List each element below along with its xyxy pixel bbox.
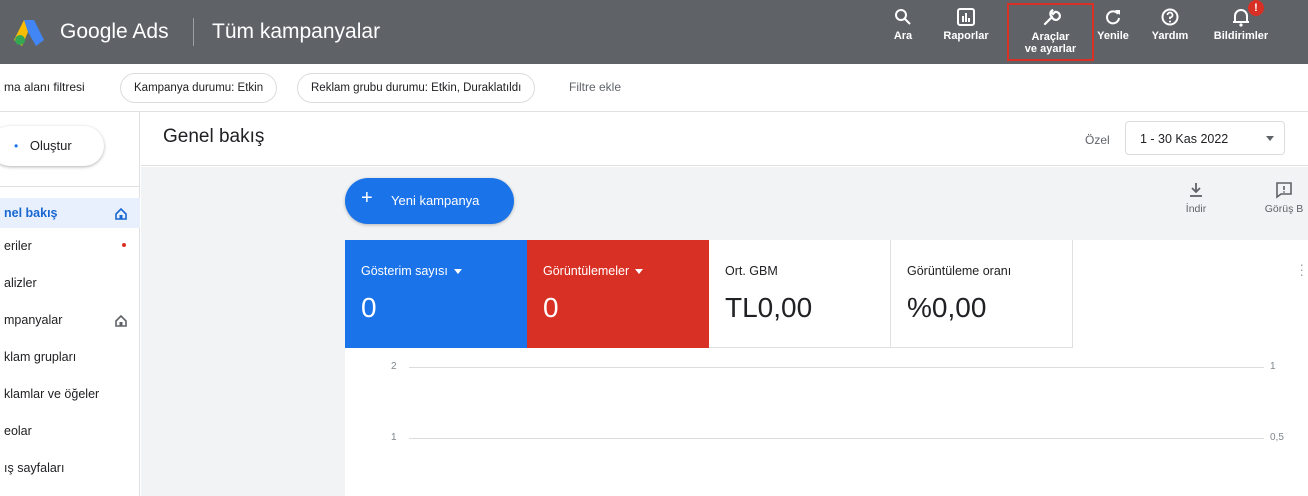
help-tool[interactable]: Yardım	[1148, 6, 1192, 60]
left-axis-tick: 1	[391, 432, 397, 443]
sidebar-item-overview[interactable]: nel bakış	[0, 198, 140, 228]
date-range-value: 1 - 30 Kas 2022	[1140, 132, 1229, 146]
refresh-tool[interactable]: Yenile	[1095, 6, 1131, 60]
dropdown-arrow-icon	[453, 269, 462, 275]
sidebar-item-label: alizler	[4, 276, 37, 290]
overview-header: Genel bakış Özel 1 - 30 Kas 2022	[141, 112, 1308, 166]
download-button[interactable]: İndir	[1171, 181, 1221, 215]
home-icon	[115, 207, 127, 220]
sidebar-item-label: klam grupları	[4, 350, 77, 364]
metric-view-rate[interactable]: Görüntüleme oranı %0,00	[891, 240, 1073, 348]
sidebar-item-campaigns[interactable]: mpanyalar	[0, 302, 140, 339]
tools-label-line2: ve ayarlar	[1024, 43, 1077, 55]
alert-dot	[122, 243, 126, 247]
sidebar-item-videos[interactable]: eolar	[0, 413, 140, 450]
metric-label: Görüntüleme oranı	[907, 264, 1012, 278]
sidebar-item-label: klamlar ve öğeler	[4, 387, 100, 401]
date-range-selector[interactable]: 1 - 30 Kas 2022	[1125, 121, 1285, 155]
download-label: İndir	[1185, 203, 1207, 215]
filter-label: ma alanı filtresi	[4, 80, 85, 94]
refresh-icon	[1106, 10, 1120, 25]
refresh-tool-label: Yenile	[1097, 30, 1129, 42]
metric-views[interactable]: Görüntülemeler 0	[527, 240, 709, 348]
campaign-status-filter-chip[interactable]: Kampanya durumu: Etkin	[120, 73, 278, 103]
metric-impressions[interactable]: Gösterim sayısı 0	[345, 240, 527, 348]
notifications-tool[interactable]: ! Bildirimler	[1206, 0, 1276, 60]
top-app-bar: Google Ads Tüm kampanyalar Ara Raporlar …	[0, 0, 1308, 64]
header-divider	[193, 18, 194, 46]
sidebar-divider	[0, 186, 140, 187]
sidebar-item-label: ış sayfaları	[4, 461, 65, 475]
navigation-sidebar: • Oluştur nel bakış eriler alizler mpany…	[0, 112, 140, 496]
metric-label: Ort. GBM	[725, 264, 778, 278]
chart-gridline	[409, 438, 1264, 439]
dropdown-arrow-icon	[635, 269, 644, 275]
sidebar-item-analyses[interactable]: alizler	[0, 265, 140, 302]
sidebar-item-ad-groups[interactable]: klam grupları	[0, 339, 140, 376]
feedback-icon	[1276, 182, 1292, 199]
sidebar-item-label: eriler	[4, 239, 32, 253]
create-button-label: Oluştur	[29, 138, 72, 153]
google-ads-logo[interactable]	[14, 20, 46, 46]
page-scope-title[interactable]: Tüm kampanyalar	[212, 20, 380, 44]
search-tool-label: Ara	[893, 30, 913, 42]
right-axis-tick: 1	[1270, 361, 1276, 372]
sidebar-item-label: nel bakış	[4, 206, 58, 220]
metric-value: %0,00	[907, 292, 987, 323]
add-filter-button[interactable]: Filtre ekle	[569, 80, 621, 94]
plus-icon: +	[361, 187, 373, 209]
performance-card: Gösterim sayısı 0 Görüntülemeler 0 Ort. …	[345, 240, 1308, 496]
sidebar-item-ads-and-assets[interactable]: klamlar ve öğeler	[0, 376, 140, 413]
metric-avg-cpv[interactable]: Ort. GBM TL0,00	[709, 240, 891, 348]
chevron-down-icon	[1266, 136, 1274, 141]
brand-name[interactable]: Google Ads	[60, 20, 169, 44]
sidebar-item-landing-pages[interactable]: ış sayfaları	[0, 450, 140, 487]
new-campaign-label: Yeni kampanya	[391, 193, 480, 208]
download-icon	[1190, 183, 1202, 197]
adgroup-status-filter-chip[interactable]: Reklam grubu durumu: Etkin, Duraklatıldı	[297, 73, 536, 103]
reports-icon	[957, 8, 975, 26]
metric-value: 0	[543, 292, 559, 323]
new-campaign-button[interactable]: + Yeni kampanya	[345, 178, 514, 224]
sidebar-item-label: mpanyalar	[4, 313, 63, 327]
metric-value: TL0,00	[725, 292, 813, 323]
help-tool-label: Yardım	[1151, 30, 1189, 42]
left-axis-tick: 2	[391, 361, 397, 372]
sidebar-item-label: eolar	[4, 424, 32, 438]
plus-icon: •	[14, 139, 19, 153]
home-icon	[115, 314, 127, 327]
help-icon	[1161, 8, 1179, 26]
tools-label-line1: Araçlar	[1031, 31, 1070, 43]
tools-and-settings-tool[interactable]: Araçlar ve ayarlar	[1007, 3, 1094, 61]
metric-label: Gösterim sayısı	[361, 264, 527, 278]
metric-value: 0	[361, 292, 377, 323]
sidebar-item-insights[interactable]: eriler	[0, 228, 140, 265]
notifications-tool-label: Bildirimler	[1213, 30, 1269, 42]
create-button[interactable]: • Oluştur	[0, 126, 104, 166]
notification-badge: !	[1248, 0, 1264, 16]
search-icon	[895, 9, 911, 25]
date-range-type-label: Özel	[1085, 133, 1110, 147]
chart-gridline	[409, 367, 1264, 368]
page-title: Genel bakış	[163, 126, 265, 147]
wrench-icon	[1043, 8, 1061, 26]
feedback-button[interactable]: Görüş B	[1257, 181, 1308, 215]
right-axis-tick: 0,5	[1270, 432, 1284, 443]
filter-bar: ma alanı filtresi Kampanya durumu: Etkin…	[0, 64, 1308, 112]
search-tool[interactable]: Ara	[888, 6, 918, 60]
overview-content: + Yeni kampanya İndir Görüş B Gösterim s…	[141, 167, 1308, 496]
feedback-label: Görüş B	[1264, 203, 1304, 215]
reports-tool-label: Raporlar	[943, 30, 989, 42]
metric-label: Görüntülemeler	[543, 264, 709, 278]
more-options-icon[interactable]: · · ·	[1299, 257, 1304, 281]
reports-tool[interactable]: Raporlar	[938, 6, 994, 60]
